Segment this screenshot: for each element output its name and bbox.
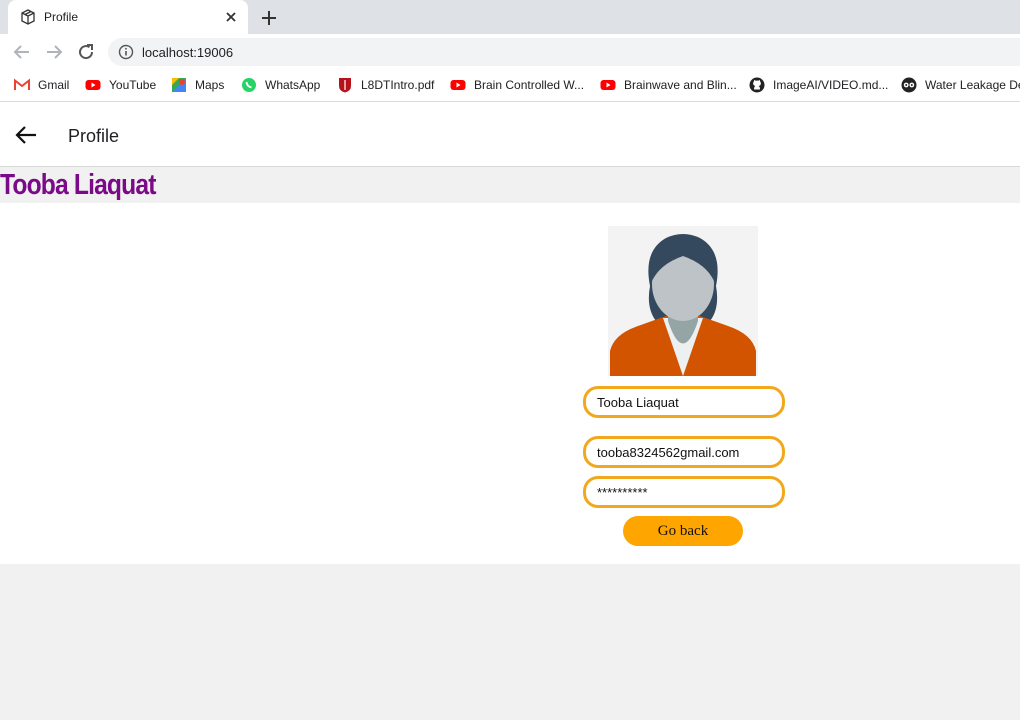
bookmark-youtube[interactable]: YouTube (85, 76, 156, 94)
name-banner: Tooba Liaquat (0, 167, 1020, 203)
address-bar[interactable]: localhost:19006 (108, 38, 1020, 66)
owl-icon (901, 77, 917, 93)
youtube-icon (85, 80, 101, 90)
password-field[interactable] (583, 476, 785, 508)
new-tab-icon[interactable] (258, 7, 280, 29)
site-info-icon[interactable] (118, 44, 134, 60)
email-field[interactable] (583, 436, 785, 468)
bookmark-maps[interactable]: Maps (171, 76, 224, 94)
bookmark-gmail[interactable]: Gmail (14, 76, 69, 94)
bookmark-water-leakage[interactable]: Water Leakage De (901, 76, 1020, 94)
bookmark-pdf[interactable]: L8DTIntro.pdf (337, 76, 434, 94)
bookmarks-bar: Gmail YouTube Maps WhatsApp L8DTIntro.pd… (0, 69, 1020, 102)
profile-card: Go back (0, 203, 1020, 564)
cube-favicon-icon (21, 9, 35, 25)
arrow-left-icon[interactable] (14, 124, 38, 146)
maps-icon (172, 78, 186, 92)
name-field[interactable] (583, 386, 785, 418)
app-header: Profile (0, 102, 1020, 167)
reload-icon[interactable] (74, 40, 98, 64)
page-title: Profile (68, 126, 120, 146)
browser-tab-strip: Profile (0, 0, 1020, 34)
whatsapp-icon (242, 78, 256, 92)
browser-tab[interactable]: Profile (8, 0, 248, 34)
pdf-icon (339, 78, 351, 93)
gmail-icon (14, 78, 30, 90)
browser-toolbar: localhost:19006 (0, 34, 1020, 69)
bookmark-brain-controlled[interactable]: Brain Controlled W... (450, 76, 584, 94)
bookmark-brainwave[interactable]: Brainwave and Blin... (600, 76, 737, 94)
bookmark-whatsapp[interactable]: WhatsApp (241, 76, 320, 94)
close-tab-icon[interactable] (222, 8, 240, 26)
github-icon (749, 77, 765, 93)
youtube-icon (450, 80, 466, 90)
go-back-button[interactable]: Go back (623, 516, 743, 546)
back-nav-icon[interactable] (10, 40, 34, 64)
bookmark-imageai[interactable]: ImageAI/VIDEO.md... (749, 76, 888, 94)
avatar (608, 226, 758, 376)
tab-title: Profile (44, 10, 79, 24)
url-text: localhost:19006 (142, 45, 234, 60)
forward-nav-icon[interactable] (42, 40, 66, 64)
profile-name-heading: Tooba Liaquat (0, 169, 156, 201)
youtube-icon (600, 80, 616, 90)
